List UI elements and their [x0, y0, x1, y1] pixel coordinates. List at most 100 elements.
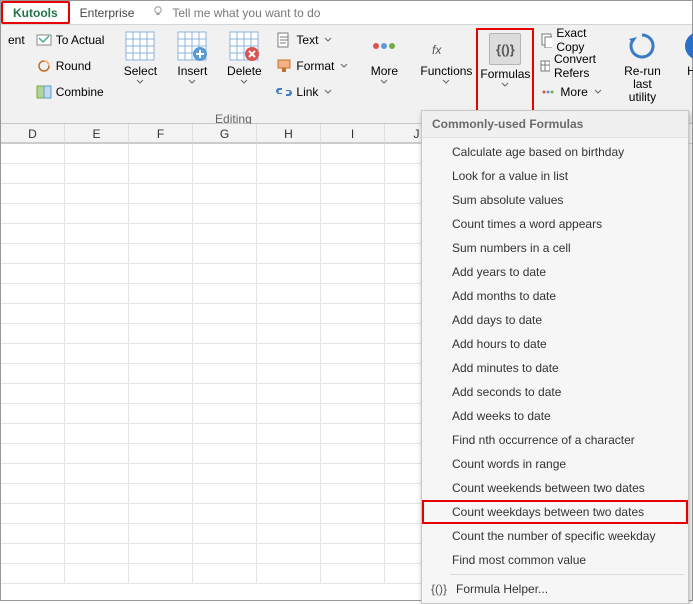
cell[interactable]	[1, 564, 65, 584]
cell[interactable]	[129, 204, 193, 224]
cell[interactable]	[321, 444, 385, 464]
help-button[interactable]: Help	[678, 28, 693, 112]
cell[interactable]	[129, 184, 193, 204]
cell[interactable]	[1, 264, 65, 284]
cell[interactable]	[193, 204, 257, 224]
format-button[interactable]: Format	[272, 54, 352, 78]
link-button[interactable]: Link	[272, 80, 352, 104]
cell[interactable]	[1, 184, 65, 204]
cell[interactable]	[193, 464, 257, 484]
cell[interactable]	[1, 284, 65, 304]
text-button[interactable]: Text	[272, 28, 352, 52]
cell[interactable]	[1, 364, 65, 384]
cell[interactable]	[193, 224, 257, 244]
cell[interactable]	[65, 284, 129, 304]
cell[interactable]	[193, 324, 257, 344]
formula-item[interactable]: Sum numbers in a cell	[422, 236, 688, 260]
cell[interactable]	[1, 384, 65, 404]
formula-item[interactable]: Count weekdays between two dates	[422, 500, 688, 524]
cell[interactable]	[65, 444, 129, 464]
cell[interactable]	[65, 184, 129, 204]
cell[interactable]	[321, 244, 385, 264]
column-header-i[interactable]: I	[321, 124, 385, 143]
cell[interactable]	[321, 544, 385, 564]
formula-helper-item[interactable]: {()}Formula Helper...	[422, 577, 688, 601]
more-button[interactable]: More	[358, 28, 410, 112]
formula-item[interactable]: Add hours to date	[422, 332, 688, 356]
cell[interactable]	[65, 524, 129, 544]
cell[interactable]	[1, 444, 65, 464]
cell[interactable]	[65, 144, 129, 164]
cell[interactable]	[193, 544, 257, 564]
cell[interactable]	[321, 264, 385, 284]
cell[interactable]	[129, 304, 193, 324]
cell[interactable]	[129, 504, 193, 524]
cell[interactable]	[1, 324, 65, 344]
cell[interactable]	[129, 164, 193, 184]
formula-item[interactable]: Look for a value in list	[422, 164, 688, 188]
cell[interactable]	[257, 244, 321, 264]
cell[interactable]	[1, 164, 65, 184]
formula-item[interactable]: Add days to date	[422, 308, 688, 332]
column-header-e[interactable]: E	[65, 124, 129, 143]
cell[interactable]	[129, 284, 193, 304]
exact-copy-button[interactable]: Exact Copy	[536, 28, 606, 52]
cell[interactable]	[129, 404, 193, 424]
cell[interactable]	[1, 344, 65, 364]
cell[interactable]	[257, 224, 321, 244]
cell[interactable]	[257, 484, 321, 504]
cell[interactable]	[1, 304, 65, 324]
cell[interactable]	[65, 424, 129, 444]
cell[interactable]	[1, 504, 65, 524]
cell[interactable]	[257, 324, 321, 344]
cell[interactable]	[193, 484, 257, 504]
cell[interactable]	[193, 284, 257, 304]
convert-refers-button[interactable]: Convert Refers	[536, 54, 606, 78]
cell[interactable]	[65, 384, 129, 404]
cell[interactable]	[65, 244, 129, 264]
cell[interactable]	[65, 164, 129, 184]
column-header-g[interactable]: G	[193, 124, 257, 143]
cell[interactable]	[1, 244, 65, 264]
cell[interactable]	[129, 564, 193, 584]
formula-item[interactable]: Add weeks to date	[422, 404, 688, 428]
cell[interactable]	[129, 324, 193, 344]
column-header-f[interactable]: F	[129, 124, 193, 143]
formula-item[interactable]: Count the number of specific weekday	[422, 524, 688, 548]
more2-button[interactable]: More	[536, 80, 606, 104]
cell[interactable]	[1, 484, 65, 504]
cell[interactable]	[193, 504, 257, 524]
cell[interactable]	[65, 404, 129, 424]
cell[interactable]	[321, 464, 385, 484]
cell[interactable]	[257, 544, 321, 564]
cell[interactable]	[129, 364, 193, 384]
cell[interactable]	[257, 424, 321, 444]
cell[interactable]	[129, 444, 193, 464]
cell[interactable]	[257, 564, 321, 584]
cell[interactable]	[129, 384, 193, 404]
cell[interactable]	[129, 264, 193, 284]
cell[interactable]	[321, 204, 385, 224]
cell[interactable]	[321, 384, 385, 404]
tell-me-search[interactable]: Tell me what you want to do	[152, 5, 320, 21]
cell[interactable]	[321, 284, 385, 304]
cell[interactable]	[65, 504, 129, 524]
cell[interactable]	[321, 224, 385, 244]
cell[interactable]	[129, 344, 193, 364]
cell[interactable]	[257, 184, 321, 204]
functions-button[interactable]: Functions	[416, 28, 476, 112]
tab-enterprise[interactable]: Enterprise	[70, 1, 145, 24]
cell[interactable]	[193, 144, 257, 164]
cell[interactable]	[257, 384, 321, 404]
combine-button[interactable]: Combine	[32, 80, 109, 104]
formula-item[interactable]: Calculate age based on birthday	[422, 140, 688, 164]
cell[interactable]	[193, 364, 257, 384]
cell[interactable]	[193, 344, 257, 364]
cell[interactable]	[257, 344, 321, 364]
formula-item[interactable]: Add years to date	[422, 260, 688, 284]
cell[interactable]	[65, 204, 129, 224]
cell[interactable]	[65, 484, 129, 504]
cell[interactable]	[321, 424, 385, 444]
cell[interactable]	[193, 184, 257, 204]
cell[interactable]	[193, 164, 257, 184]
